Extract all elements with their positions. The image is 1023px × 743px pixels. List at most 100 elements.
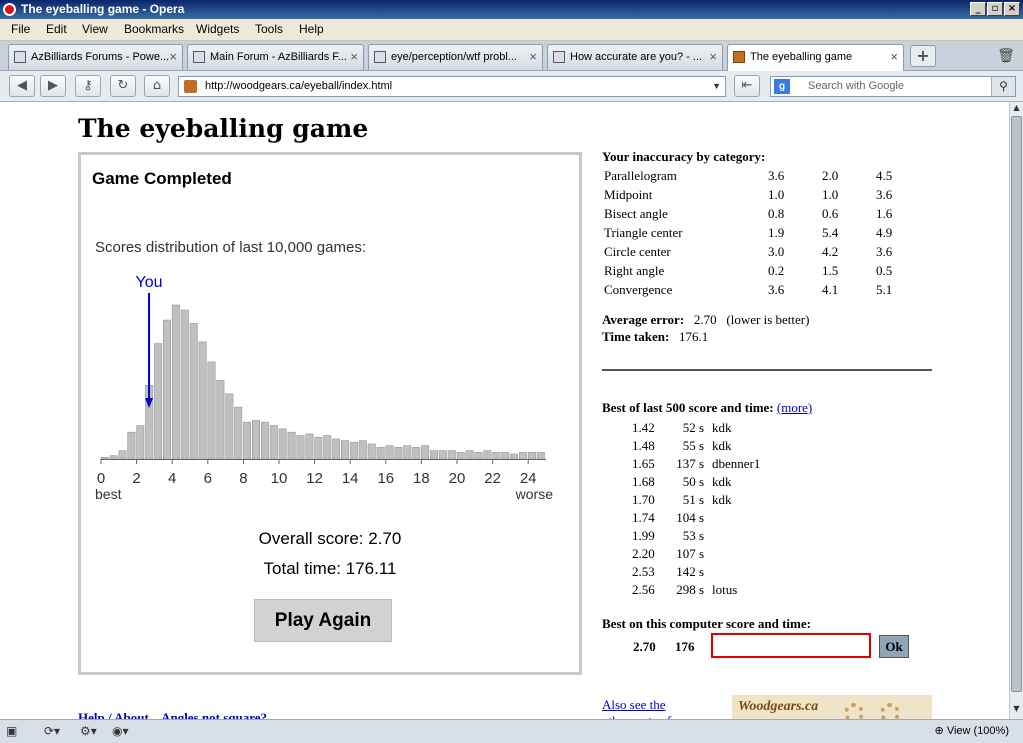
menu-file[interactable]: File	[11, 22, 30, 36]
time-taken-label: Time taken:	[602, 329, 670, 344]
x-tick-label: 4	[168, 470, 176, 487]
search-icon[interactable]: ⚲	[991, 77, 1015, 96]
histogram-bar	[100, 457, 109, 460]
best-time: 104 s	[676, 510, 704, 525]
tab-main-forum[interactable]: Main Forum - AzBilliards F... ×	[187, 44, 364, 70]
trash-can-icon[interactable]: 🗑	[996, 45, 1016, 67]
home-button[interactable]: ⌂	[144, 75, 170, 97]
vertical-scrollbar[interactable]: ▲ ▼	[1009, 102, 1023, 719]
histogram-bar	[438, 450, 447, 460]
woodgears-banner[interactable]: Woodgears.ca	[732, 695, 932, 719]
category-value: 3.6	[876, 186, 893, 202]
category-value: 3.6	[768, 167, 785, 183]
inaccuracy-row: Midpoint 1.0 1.0 3.6	[602, 185, 930, 204]
close-tab-icon[interactable]: ×	[890, 45, 898, 69]
close-tab-icon[interactable]: ×	[709, 45, 717, 69]
close-tab-icon[interactable]: ×	[169, 45, 177, 69]
ok-button[interactable]: Ok	[879, 635, 909, 658]
inaccuracy-row: Triangle center 1.9 5.4 4.9	[602, 223, 930, 242]
category-name: Midpoint	[604, 186, 653, 202]
scroll-up-icon[interactable]: ▲	[1011, 103, 1022, 114]
best-time: 107 s	[676, 546, 704, 561]
best-time: 50 s	[682, 474, 704, 489]
menu-widgets[interactable]: Widgets	[196, 22, 239, 36]
site-favicon-icon	[184, 80, 197, 93]
histogram-bar	[332, 438, 341, 460]
histogram-bar	[180, 309, 189, 460]
menu-tools[interactable]: Tools	[255, 22, 283, 36]
histogram-bar	[474, 452, 483, 460]
more-link[interactable]: (more)	[777, 400, 812, 415]
inaccuracy-row: Right angle 0.2 1.5 0.5	[602, 261, 930, 280]
best-time: 137 s	[676, 456, 704, 471]
address-field[interactable]: http://woodgears.ca/eyeball/index.html ▼	[178, 76, 726, 97]
page-icon	[14, 51, 26, 63]
distribution-caption: Scores distribution of last 10,000 games…	[95, 239, 366, 256]
tab-label: AzBilliards Forums - Powe...	[31, 51, 170, 63]
category-name: Circle center	[604, 243, 671, 259]
histogram-bar	[296, 435, 305, 460]
sync-icon[interactable]: ⟳▾	[44, 723, 60, 740]
restore-button[interactable]: ▫	[987, 2, 1003, 16]
back-button[interactable]: ◀	[9, 75, 35, 97]
score-distribution-chart: 0 2 4 6 8 10 12 14 16 18 20 22 24best worseYou	[95, 274, 553, 502]
name-input[interactable]	[711, 633, 871, 658]
scroll-thumb[interactable]	[1011, 116, 1022, 692]
also-see-link[interactable]: Also see the other parts of	[602, 697, 692, 719]
menu-view[interactable]: View	[82, 22, 108, 36]
share-icon[interactable]: ⚙▾	[80, 723, 97, 740]
best-name: kdk	[712, 474, 732, 489]
panel-toggle-icon[interactable]: ▣	[6, 723, 17, 740]
x-tick-label: 2	[132, 470, 140, 487]
window-titlebar: The eyeballing game - Opera _ ▫ ×	[0, 0, 1023, 19]
page-icon	[193, 51, 205, 63]
tab-how-accurate[interactable]: How accurate are you? - ... ×	[547, 44, 723, 70]
reload-button[interactable]: ↻	[110, 75, 136, 97]
tab-eye-perception[interactable]: eye/perception/wtf probl... ×	[368, 44, 543, 70]
category-name: Right angle	[604, 262, 665, 278]
close-tab-icon[interactable]: ×	[529, 45, 537, 69]
menu-help[interactable]: Help	[299, 22, 324, 36]
fast-forward-button[interactable]: ⇤	[734, 75, 760, 97]
tab-azbilliards-forums[interactable]: AzBilliards Forums - Powe... ×	[8, 44, 183, 70]
banner-text: Woodgears.ca	[738, 699, 819, 714]
category-value: 3.0	[768, 243, 785, 259]
minimize-button[interactable]: _	[970, 2, 986, 16]
chevron-down-icon[interactable]: ▼	[712, 77, 721, 96]
menu-bookmarks[interactable]: Bookmarks	[124, 22, 184, 36]
scroll-down-icon[interactable]: ▼	[1011, 704, 1022, 715]
new-tab-button[interactable]: +	[910, 45, 936, 67]
best-score-row: 1.70 51 s kdk	[632, 491, 760, 509]
histogram-bar	[269, 425, 278, 460]
zoom-level: View (100%)	[946, 725, 1009, 737]
close-window-button[interactable]: ×	[1004, 2, 1020, 16]
forward-button[interactable]: ▶	[40, 75, 66, 97]
unite-icon[interactable]: ◉▾	[112, 723, 129, 740]
tab-label: Main Forum - AzBilliards F...	[210, 51, 347, 63]
x-tick-label: 20	[449, 470, 466, 487]
google-engine-icon[interactable]: g	[774, 79, 790, 94]
search-field[interactable]: g Search with Google ⚲	[770, 76, 1016, 97]
category-value: 2.0	[822, 167, 839, 183]
best-score-row: 1.48 55 s kdk	[632, 437, 760, 455]
inaccuracy-row: Convergence 3.6 4.1 5.1	[602, 280, 930, 299]
best-name	[712, 563, 760, 581]
x-tick-label: 18	[413, 470, 430, 487]
status-bar: ▣ ⟳▾ ⚙▾ ◉▾ ⊕ View (100%)	[0, 719, 1023, 743]
histogram-bar	[421, 445, 430, 460]
wand-key-button[interactable]: ⚷	[75, 75, 101, 97]
play-again-button[interactable]: Play Again	[254, 599, 392, 642]
close-tab-icon[interactable]: ×	[350, 45, 358, 69]
inaccuracy-row: Circle center 3.0 4.2 3.6	[602, 242, 930, 261]
help-about-link[interactable]: Help / About Angles not square?	[78, 710, 267, 719]
zoom-control[interactable]: ⊕ View (100%)	[935, 723, 1009, 740]
menu-edit[interactable]: Edit	[46, 22, 67, 36]
histogram-bar	[492, 452, 501, 460]
inaccuracy-table: Parallelogram 3.6 2.0 4.5 Midpoint 1.0 1.0 3.6 B…	[602, 166, 930, 299]
best-name	[712, 527, 760, 545]
search-placeholder: Search with Google	[808, 80, 904, 92]
best-score: 2.20	[632, 546, 655, 561]
best-name: dbenner1	[712, 456, 761, 471]
tab-eyeballing-game[interactable]: The eyeballing game ×	[727, 44, 904, 72]
histogram-bar	[349, 441, 358, 460]
